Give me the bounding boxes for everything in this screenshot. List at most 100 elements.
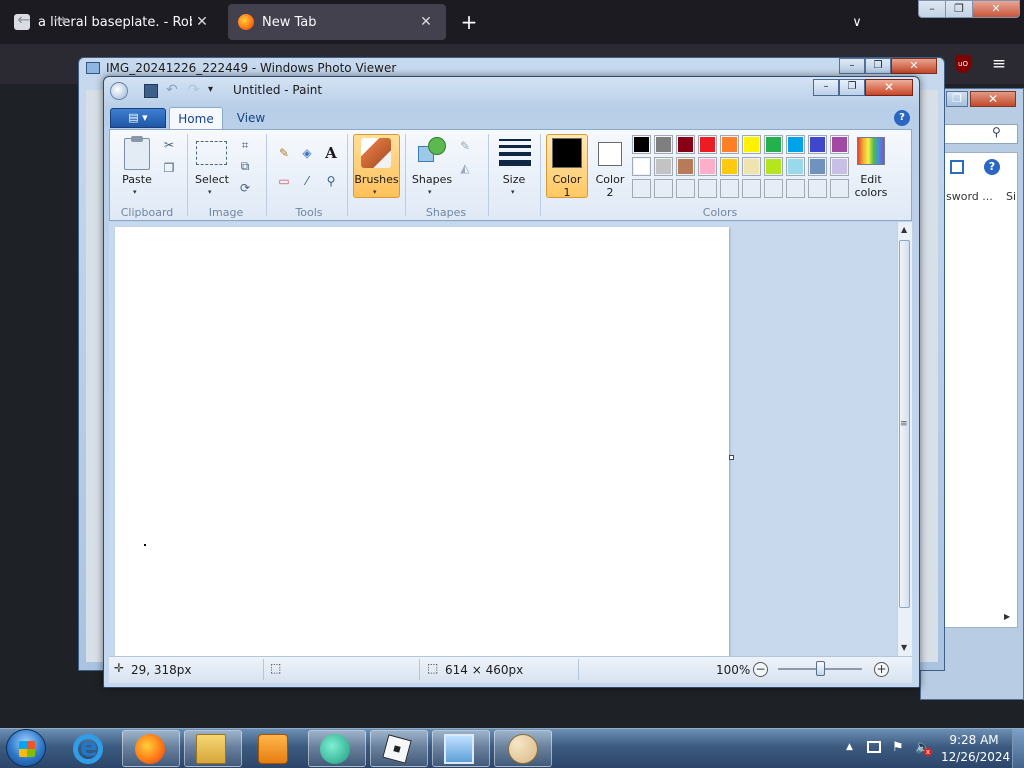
partial-column-header[interactable]: Si: [1006, 190, 1016, 203]
palette-swatch[interactable]: [720, 157, 739, 176]
palette-swatch[interactable]: [632, 135, 651, 154]
palette-swatch[interactable]: [808, 135, 827, 154]
cut-icon[interactable]: ✂: [161, 137, 177, 153]
undo-icon[interactable]: ↶: [166, 82, 178, 98]
background-window-search-input[interactable]: [944, 124, 1018, 144]
palette-swatch[interactable]: [786, 179, 805, 198]
palette-swatch[interactable]: [786, 135, 805, 154]
palette-swatch[interactable]: [654, 157, 673, 176]
background-window-close-button[interactable]: ✕: [970, 91, 1016, 107]
edit-colors-label-line2[interactable]: colors: [850, 186, 892, 199]
zoom-slider-thumb[interactable]: [815, 661, 825, 676]
palette-swatch[interactable]: [764, 135, 783, 154]
paint-app-icon[interactable]: [110, 82, 128, 100]
tab-home[interactable]: Home: [169, 107, 223, 130]
customize-quick-access-icon[interactable]: ▾: [208, 84, 213, 95]
eraser-icon[interactable]: ▭: [276, 173, 292, 189]
photo-viewer-minimize-button[interactable]: –: [839, 58, 865, 74]
show-hidden-icons-button[interactable]: ▲: [846, 742, 853, 752]
tab-view[interactable]: View: [229, 108, 273, 128]
text-icon[interactable]: A: [323, 145, 339, 161]
edit-colors-label-line1[interactable]: Edit: [850, 173, 892, 186]
palette-swatch[interactable]: [632, 157, 651, 176]
scroll-up-icon[interactable]: ▲: [901, 225, 907, 234]
palette-swatch[interactable]: [720, 135, 739, 154]
palette-swatch[interactable]: [698, 157, 717, 176]
start-button[interactable]: [6, 729, 46, 767]
crop-icon[interactable]: ⌗: [237, 137, 253, 153]
color1-label-line1[interactable]: Color: [546, 173, 588, 186]
zoom-in-button[interactable]: +: [874, 662, 889, 677]
paint-app-menu-button[interactable]: ▤ ▾: [110, 108, 166, 128]
close-tab-icon[interactable]: ✕: [416, 12, 436, 32]
fill-icon[interactable]: ◈: [299, 145, 315, 161]
background-window-maximize-button[interactable]: ❐: [946, 91, 968, 107]
select-button-label[interactable]: Select: [192, 173, 232, 186]
paste-button-label[interactable]: Paste: [118, 173, 156, 186]
magnifier-icon[interactable]: ⚲: [323, 173, 339, 189]
canvas-resize-handle[interactable]: [729, 455, 734, 460]
size-button-label[interactable]: Size: [494, 173, 534, 186]
palette-swatch[interactable]: [830, 179, 849, 198]
size-icon[interactable]: [499, 139, 531, 166]
palette-swatch[interactable]: [676, 135, 695, 154]
help-icon[interactable]: ?: [894, 110, 910, 126]
clock-time[interactable]: 9:28 AM: [944, 733, 1004, 747]
shape-fill-icon[interactable]: ◭: [457, 160, 473, 176]
paint-maximize-button[interactable]: ❐: [839, 79, 865, 96]
shapes-caret-icon[interactable]: ▾: [428, 188, 432, 196]
palette-swatch[interactable]: [742, 135, 761, 154]
color2-label-line1[interactable]: Color: [589, 173, 631, 186]
paste-icon[interactable]: [124, 136, 150, 170]
shapes-button-label[interactable]: Shapes: [410, 173, 454, 186]
palette-swatch[interactable]: [808, 179, 827, 198]
resize-icon[interactable]: ⧉: [237, 158, 253, 174]
palette-swatch[interactable]: [676, 179, 695, 198]
network-icon[interactable]: [867, 741, 881, 753]
palette-swatch[interactable]: [698, 135, 717, 154]
new-tab-button[interactable]: +: [456, 10, 482, 36]
palette-swatch[interactable]: [698, 179, 717, 198]
palette-swatch[interactable]: [830, 157, 849, 176]
pencil-icon[interactable]: ✎: [276, 145, 292, 161]
copy-icon[interactable]: ❐: [161, 160, 177, 176]
action-center-flag-icon[interactable]: ⚑: [892, 740, 904, 755]
search-icon[interactable]: ⚲: [992, 125, 1001, 139]
drawing-canvas[interactable]: [115, 227, 729, 657]
photo-viewer-close-button[interactable]: ✕: [891, 58, 937, 74]
close-tab-icon[interactable]: ✕: [192, 12, 212, 32]
ublock-icon[interactable]: uO: [955, 55, 971, 73]
save-icon[interactable]: [144, 84, 158, 98]
paint-minimize-button[interactable]: –: [813, 79, 839, 96]
window-icon[interactable]: [950, 160, 964, 174]
select-icon[interactable]: [196, 141, 227, 165]
redo-icon[interactable]: ↷: [188, 82, 200, 98]
browser-tab-new-tab[interactable]: New Tab ✕: [228, 4, 446, 40]
palette-swatch[interactable]: [742, 157, 761, 176]
edit-colors-icon[interactable]: [857, 137, 885, 165]
shape-outline-icon[interactable]: ✎: [457, 138, 473, 154]
palette-swatch[interactable]: [632, 179, 651, 198]
palette-swatch[interactable]: [764, 157, 783, 176]
browser-minimize-button[interactable]: –: [918, 0, 946, 18]
palette-swatch[interactable]: [654, 179, 673, 198]
size-caret-icon[interactable]: ▾: [511, 188, 515, 196]
forward-button[interactable]: →: [48, 8, 72, 32]
palette-swatch[interactable]: [764, 179, 783, 198]
browser-menu-button[interactable]: ≡: [988, 54, 1010, 74]
select-caret-icon[interactable]: ▾: [208, 188, 212, 196]
clock-date[interactable]: 12/26/2024: [941, 750, 1010, 764]
scroll-down-icon[interactable]: ▼: [901, 643, 907, 652]
palette-swatch[interactable]: [720, 179, 739, 198]
palette-swatch[interactable]: [786, 157, 805, 176]
color1-label-line2[interactable]: 1: [546, 186, 588, 199]
browser-close-button[interactable]: ✕: [972, 0, 1020, 18]
brushes-caret-icon[interactable]: ▾: [373, 188, 377, 196]
back-button[interactable]: ←: [12, 8, 36, 32]
help-icon[interactable]: ?: [984, 159, 1000, 175]
palette-swatch[interactable]: [830, 135, 849, 154]
zoom-out-button[interactable]: −: [753, 662, 768, 677]
palette-swatch[interactable]: [676, 157, 695, 176]
color2-label-line2[interactable]: 2: [589, 186, 631, 199]
password-column-header[interactable]: sword ...: [946, 190, 993, 203]
